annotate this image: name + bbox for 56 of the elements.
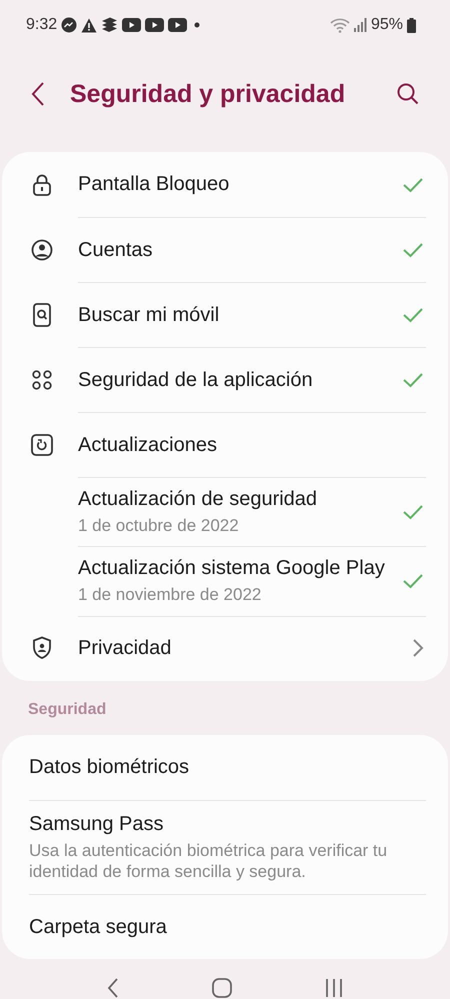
battery-icon (407, 18, 416, 32)
wifi-icon (330, 17, 350, 33)
settings-item[interactable]: Actualización de seguridad 1 de octubre de 2022 (2, 477, 448, 546)
item-label: Buscar mi móvil (78, 304, 220, 326)
settings-item[interactable]: Carpeta segura (2, 894, 448, 958)
back-icon (30, 81, 46, 107)
page-title: Seguridad y privacidad (70, 80, 346, 108)
recent-apps-icon (325, 978, 344, 998)
apps-icon (31, 368, 53, 390)
check-icon (402, 306, 424, 322)
item-subtitle: 1 de noviembre de 2022 (78, 584, 262, 606)
play-icon (168, 18, 188, 32)
item-label: Cuentas (78, 238, 152, 262)
phone-search-icon (33, 302, 51, 326)
item-subtitle: Usa la autenticación biométrica para verificar tu identidad de forma sencilla y segura. (29, 840, 388, 882)
battery-percent: 95% (370, 16, 403, 34)
warning-icon (81, 18, 98, 32)
play-icon (145, 18, 164, 32)
check-icon (402, 572, 424, 589)
item-subtitle: 1 de octubre de 2022 (78, 515, 239, 536)
settings-item[interactable]: Actualización sistema Google Play 1 de noviembre de 2022 (2, 546, 448, 616)
signal-icon (354, 18, 367, 32)
settings-item[interactable]: Privacidad (2, 616, 448, 680)
account-icon (31, 238, 53, 260)
settings-item[interactable]: Seguridad de la aplicación (2, 347, 448, 412)
clock-time: 9:32 (26, 16, 58, 34)
item-label: Datos biométricos (29, 756, 190, 778)
search-icon (396, 82, 420, 106)
settings-item[interactable]: Cuentas (2, 217, 448, 282)
lock-icon (32, 174, 52, 196)
section-header: Seguridad (27, 700, 108, 720)
update-icon (31, 434, 53, 456)
settings-item[interactable]: Pantalla Bloqueo (2, 152, 448, 217)
play-icon (122, 18, 142, 32)
check-icon (402, 504, 424, 520)
item-label: Privacidad (78, 637, 172, 660)
settings-item[interactable]: Buscar mi móvil (2, 282, 448, 347)
item-label: Pantalla Bloqueo (78, 173, 230, 196)
settings-item[interactable]: Datos biométricos (2, 734, 448, 800)
item-label: Actualización de seguridad (78, 488, 318, 511)
settings-item[interactable]: Samsung Pass Usa la autenticación biométrica para verificar tu identidad de forma sencilla y segura. (2, 800, 448, 894)
messenger-icon (61, 17, 78, 33)
check-icon (402, 176, 424, 192)
item-label: Seguridad de la aplicación (78, 368, 313, 392)
stack-icon (101, 17, 118, 33)
shield-icon (32, 636, 52, 660)
item-label: Carpeta segura (29, 916, 167, 938)
check-icon (402, 372, 424, 388)
item-label: Samsung Pass (29, 812, 164, 836)
back-icon (106, 978, 119, 998)
settings-item[interactable]: Actualizaciones (2, 412, 448, 477)
check-icon (402, 242, 424, 258)
item-label: Actualización sistema Google Play (78, 557, 385, 580)
item-label: Actualizaciones (78, 434, 217, 456)
home-icon (212, 978, 232, 998)
chevron-right-icon (412, 638, 424, 658)
